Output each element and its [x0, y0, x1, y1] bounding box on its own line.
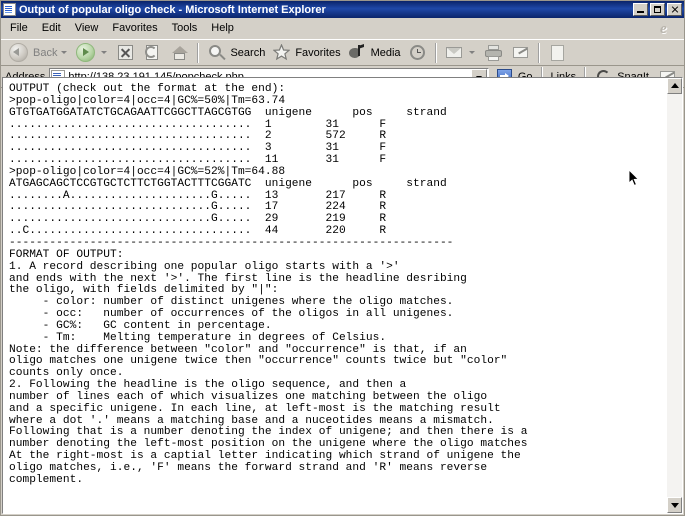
mail-icon	[444, 42, 465, 63]
close-button[interactable]	[667, 3, 682, 16]
search-icon	[206, 42, 227, 63]
home-button[interactable]	[166, 42, 193, 64]
oligo-output-text: OUTPUT (check out the format at the end)…	[9, 83, 528, 486]
print-button[interactable]	[480, 42, 507, 64]
favorites-button[interactable]: Favorites	[268, 42, 343, 64]
back-button[interactable]: Back	[5, 42, 72, 64]
history-button[interactable]	[404, 42, 431, 64]
forward-arrow-icon	[75, 42, 97, 63]
refresh-icon	[142, 42, 163, 63]
toolbar-separator-2	[434, 42, 437, 63]
toolbar: Back Search Favorites Media	[1, 39, 684, 66]
scroll-up-button[interactable]	[667, 78, 682, 94]
search-button-label: Search	[230, 46, 266, 59]
toolbar-separator	[197, 42, 200, 63]
discuss-icon	[547, 42, 568, 63]
discuss-button[interactable]	[544, 42, 571, 64]
menu-item-view[interactable]: View	[68, 20, 106, 36]
search-button[interactable]: Search	[203, 42, 268, 64]
menu-item-edit[interactable]: Edit	[35, 20, 68, 36]
menu-item-help[interactable]: Help	[204, 20, 241, 36]
toolbar-separator-3	[537, 42, 540, 63]
home-icon	[169, 42, 190, 63]
menu-bar: File Edit View Favorites Tools Help e	[1, 18, 684, 39]
mail-button[interactable]	[441, 42, 480, 64]
star-icon	[271, 42, 292, 63]
window-title: Output of popular oligo check - Microsof…	[19, 3, 326, 16]
forward-dropdown-icon[interactable]	[101, 51, 108, 54]
vertical-scrollbar[interactable]	[666, 78, 682, 513]
page-viewport: OUTPUT (check out the format at the end)…	[2, 77, 683, 514]
media-button[interactable]: Media	[344, 42, 404, 64]
maximize-button[interactable]	[650, 3, 665, 16]
title-bar: Output of popular oligo check - Microsof…	[1, 1, 684, 18]
browser-window: Output of popular oligo check - Microsof…	[0, 0, 685, 516]
refresh-button[interactable]	[139, 42, 166, 64]
scrollbar-track[interactable]	[667, 94, 682, 497]
back-button-label: Back	[33, 46, 58, 59]
forward-button[interactable]	[72, 42, 112, 64]
stop-button[interactable]	[112, 42, 139, 64]
ie-page-icon	[3, 3, 16, 16]
menu-item-favorites[interactable]: Favorites	[105, 20, 164, 36]
edit-button[interactable]	[507, 42, 534, 64]
document-body: OUTPUT (check out the format at the end)…	[3, 78, 666, 513]
ie-logo-glyph: e	[660, 21, 667, 37]
ie-logo-icon: e	[654, 19, 680, 37]
minimize-button[interactable]	[633, 3, 648, 16]
media-icon	[347, 42, 368, 63]
back-dropdown-icon[interactable]	[61, 51, 68, 54]
back-arrow-icon	[8, 42, 30, 63]
window-controls	[633, 3, 683, 16]
history-clock-icon	[407, 42, 428, 63]
menu-item-file[interactable]: File	[3, 20, 35, 36]
menu-item-tools[interactable]: Tools	[165, 20, 205, 36]
media-button-label: Media	[370, 46, 401, 59]
favorites-button-label: Favorites	[295, 46, 341, 59]
stop-icon	[115, 42, 136, 63]
mail-dropdown-icon[interactable]	[468, 51, 475, 54]
scroll-down-button[interactable]	[667, 497, 682, 513]
printer-icon	[483, 42, 504, 63]
edit-page-icon	[510, 42, 531, 63]
